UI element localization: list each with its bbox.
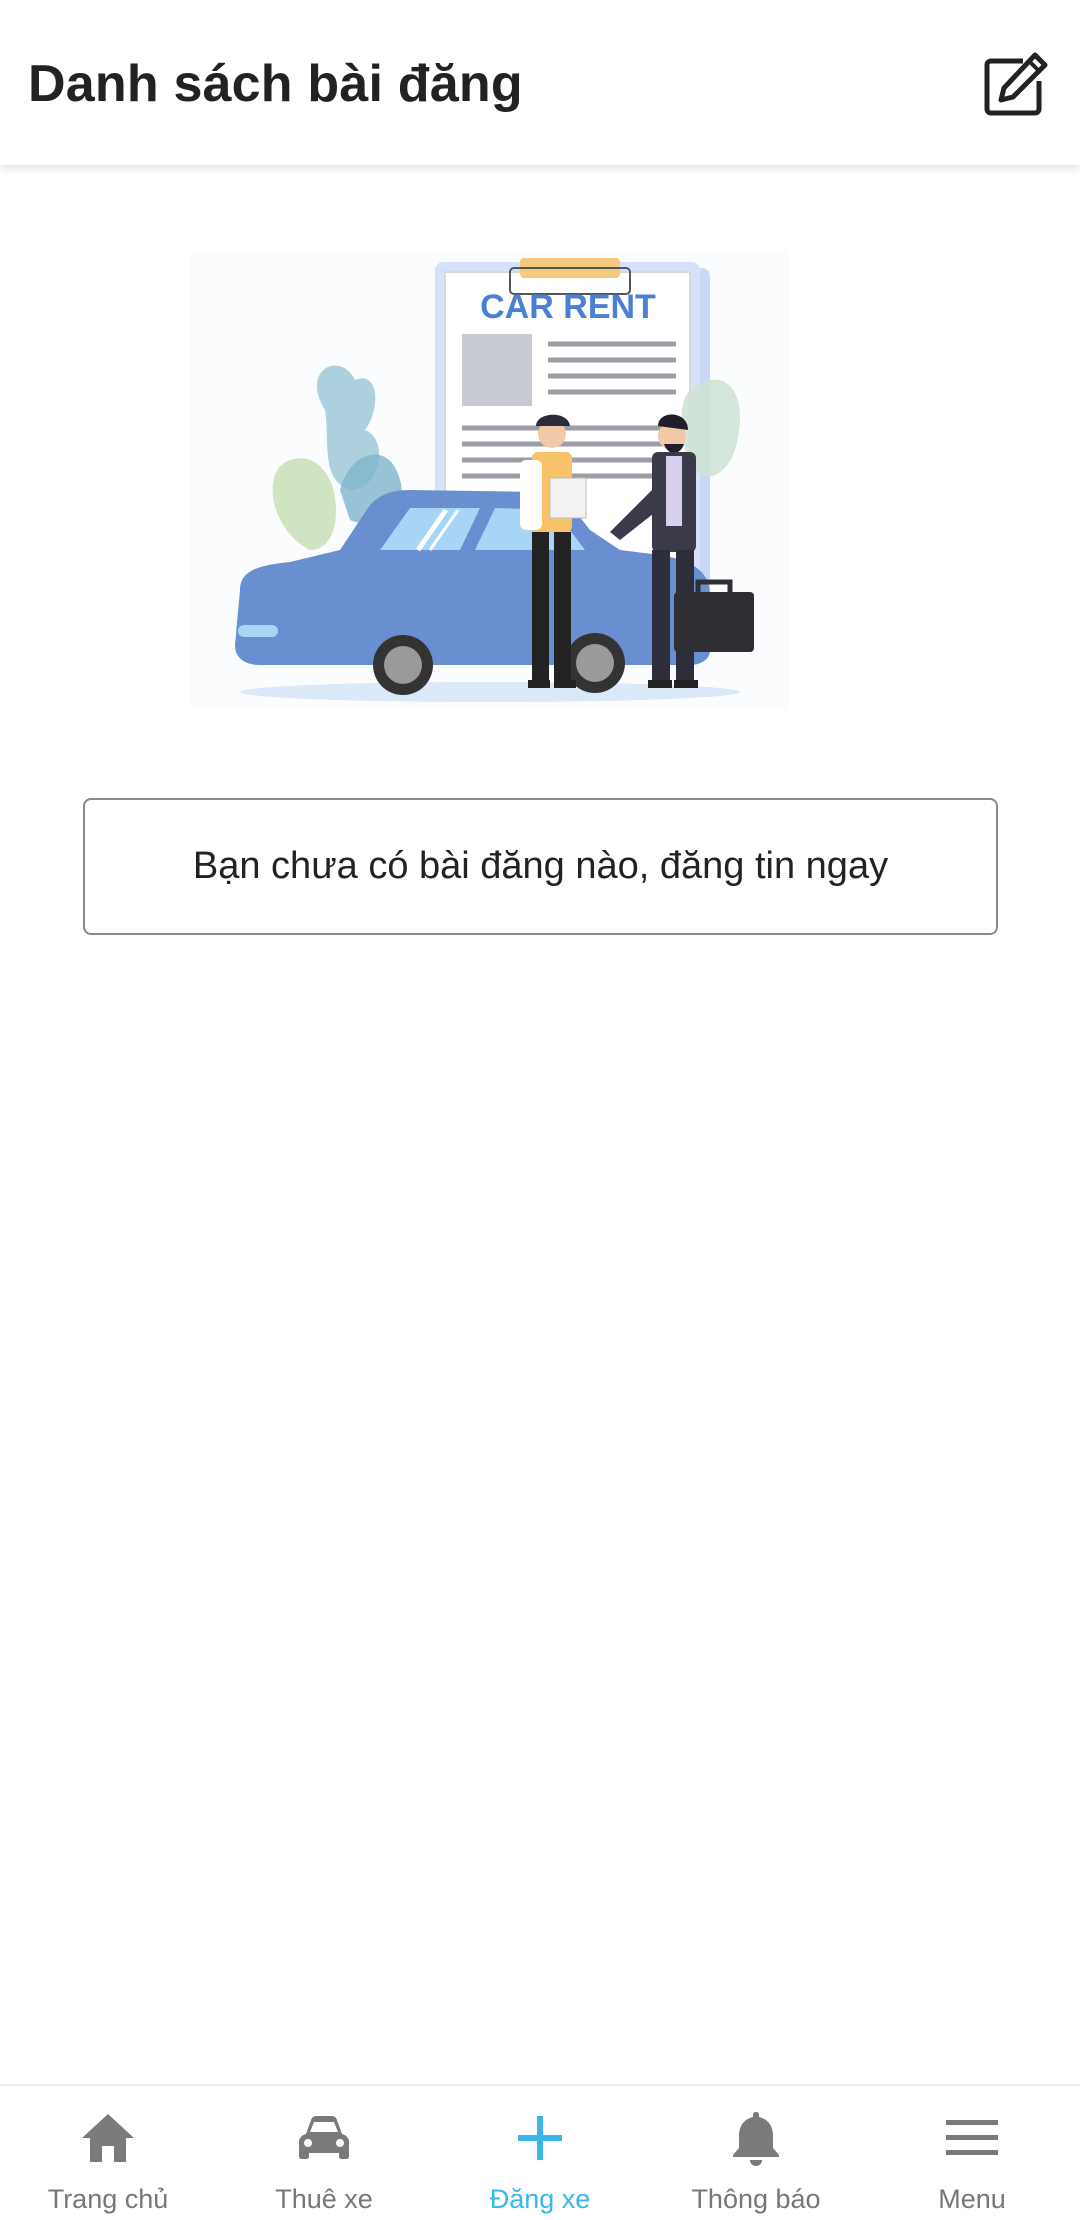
sign-text: CAR RENT <box>480 288 656 326</box>
nav-item-notifications[interactable]: Thông báo <box>648 2086 864 2220</box>
car-icon <box>292 2106 356 2170</box>
nav-item-menu[interactable]: Menu <box>864 2086 1080 2220</box>
app-header: Danh sách bài đăng <box>0 0 1080 165</box>
nav-label-menu: Menu <box>938 2184 1006 2214</box>
plus-icon <box>508 2106 572 2170</box>
nav-item-rent-car[interactable]: Thuê xe <box>216 2086 432 2220</box>
nav-item-post-car[interactable]: Đăng xe <box>432 2086 648 2220</box>
car-rent-illustration: CAR RENT <box>190 250 790 720</box>
edit-button[interactable] <box>976 44 1056 124</box>
home-icon <box>76 2106 140 2170</box>
edit-icon <box>984 52 1048 116</box>
bell-icon <box>724 2106 788 2170</box>
nav-label-home: Trang chủ <box>47 2184 169 2214</box>
nav-item-home[interactable]: Trang chủ <box>0 2086 216 2220</box>
menu-icon <box>940 2106 1004 2170</box>
nav-label-rent-car: Thuê xe <box>275 2184 373 2214</box>
page-title: Danh sách bài đăng <box>28 55 523 113</box>
bottom-navigation: Trang chủ Thuê xe Đăng xe Thông báo Menu <box>0 2084 1080 2220</box>
nav-label-notifications: Thông báo <box>691 2184 821 2214</box>
create-post-cta[interactable]: Bạn chưa có bài đăng nào, đăng tin ngay <box>83 798 998 935</box>
nav-label-post-car: Đăng xe <box>489 2184 591 2214</box>
